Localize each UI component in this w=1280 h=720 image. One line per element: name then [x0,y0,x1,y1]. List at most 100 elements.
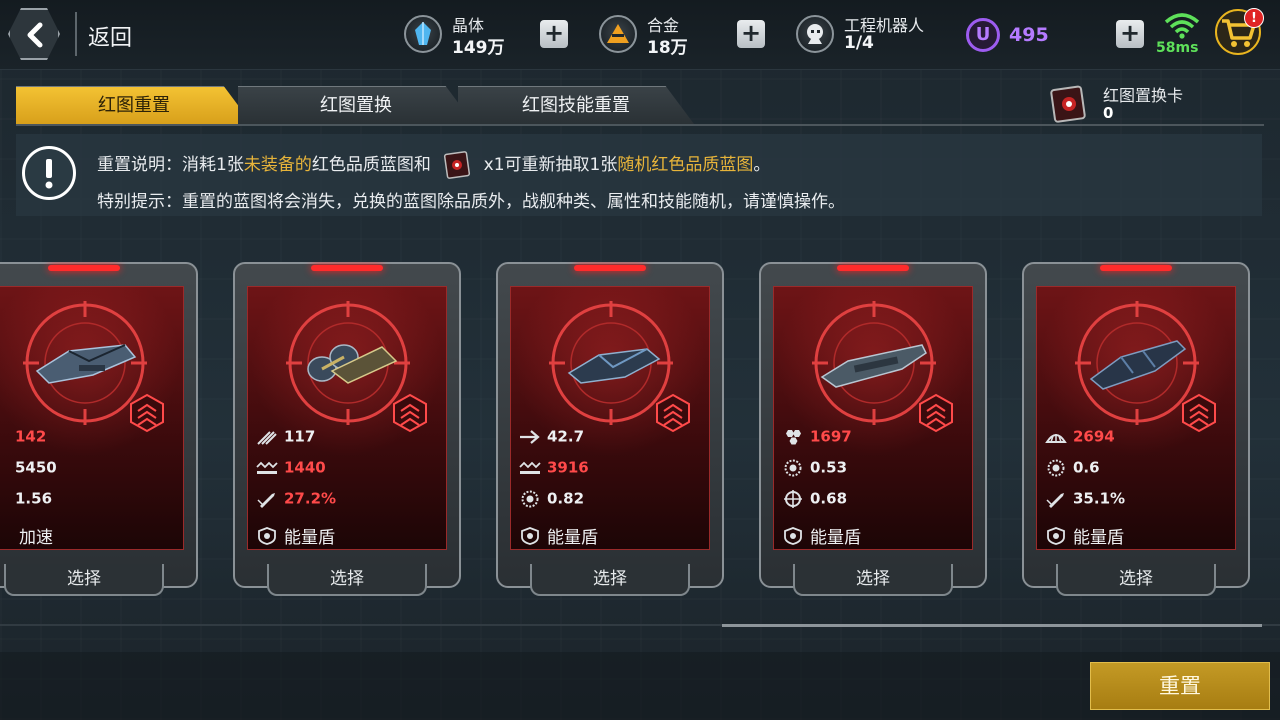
stat-value: 1.56 [15,489,53,508]
stat-row: 0.6 [1045,458,1100,480]
select-button[interactable]: 选择 [530,564,690,596]
armor-icon [1045,433,1067,443]
info-text: 。 [753,155,771,175]
back-button[interactable] [8,8,60,60]
stat-value: 117 [284,427,316,446]
select-button[interactable]: 选择 [4,564,164,596]
info-highlight: 随机红色品质蓝图 [617,155,754,175]
back-label[interactable]: 返回 [88,20,132,52]
card-inner: 42.7 3916 0.82 能量盾 [510,286,710,550]
bottom-strip [0,652,1280,720]
blueprint-card-list[interactable]: 142 5450 1.56 加速 选择 117 1440 27.2% 能量盾 选… [0,262,1280,602]
alloy-icon [599,15,637,53]
resource-robot: 工程机器人 1/4 [796,10,956,60]
gear-icon [521,490,539,507]
stat-value: 3916 [547,458,589,477]
rank-chevron-icon [1182,393,1216,433]
u-currency-icon: U [966,18,1000,52]
stat-row: 1440 [256,458,326,480]
tab-red-swap[interactable]: 红图置换 [238,86,474,124]
stat-value: 0.68 [810,489,848,508]
gear-icon [784,459,802,476]
select-button[interactable]: 选择 [267,564,427,596]
stat-row: 0.68 [782,489,847,511]
card-list-scrollbar-thumb[interactable] [722,624,1262,627]
stat-row: 2694 [1045,427,1115,449]
card-inner: 2694 0.6 35.1% 能量盾 [1036,286,1236,550]
add-crystal-button[interactable]: + [540,20,568,48]
crystal-icon [404,15,442,53]
blueprint-card[interactable]: 1697 0.53 0.68 能量盾 选择 [759,262,987,600]
rocket-icon [257,492,275,508]
arrow-icon [520,429,540,444]
stat-value: 1440 [284,458,326,477]
warship-icon [35,344,137,384]
blueprint-card[interactable]: 117 1440 27.2% 能量盾 选择 [233,262,461,600]
tab-red-skill-reset[interactable]: 红图技能重置 [458,86,694,124]
stat-value: 0.53 [810,458,848,477]
tab-red-reset[interactable]: 红图重置 [16,86,252,124]
warship-icon [820,344,927,388]
resource-crystal: 晶体 149万 [404,10,524,60]
info-highlight: 未装备的 [243,155,312,175]
warship-icon [307,344,398,384]
rank-chevron-icon [919,393,953,433]
resource-value: 18万 [647,38,688,58]
stat-value: 1697 [810,427,852,446]
stat-value: 0.6 [1073,458,1100,477]
card-top-indicator [311,265,383,271]
skill-name: 加速 [19,528,53,548]
stat-row: 3916 [519,458,589,480]
chevron-left-icon [27,22,43,48]
reset-button[interactable]: 重置 [1090,662,1270,710]
card-inner: 117 1440 27.2% 能量盾 [247,286,447,550]
shield-icon [521,526,539,545]
add-u-currency-button[interactable]: + [1116,20,1144,48]
resource-value: 1/4 [844,33,874,53]
card-top-indicator [574,265,646,271]
swap-card-label: 红图置换卡 [1103,86,1184,105]
card-inner: 1697 0.53 0.68 能量盾 [773,286,973,550]
card-top-indicator [48,265,120,271]
warship-icon [1089,340,1187,390]
rank-chevron-icon [656,393,690,433]
rocket-icon [1046,492,1064,508]
firepower-icon [256,461,278,474]
stat-value: 27.2% [284,489,337,508]
add-alloy-button[interactable]: + [737,20,765,48]
robot-icon [796,15,834,53]
stat-row: 42.7 [519,427,584,449]
info-line-1: 重置说明：消耗1张未装备的红色品质蓝图和 x1可重新抽取1张随机红色品质蓝图。 [97,150,770,179]
skill-row: 能量盾 [782,523,861,548]
blueprint-card[interactable]: 42.7 3916 0.82 能量盾 选择 [496,262,724,600]
stat-value: 42.7 [547,427,585,446]
skill-row: 能量盾 [519,523,598,548]
firepower-icon [519,461,541,474]
resource-alloy: 合金 18万 [599,10,719,60]
stat-row: 27.2% [256,489,336,511]
skill-row: 能量盾 [256,523,335,548]
info-line-2: 特别提示：重置的蓝图将会消失，兑换的蓝图除品质外，战舰种类、属性和技能随机，请谨… [97,192,845,212]
tab-divider [16,124,1264,126]
exclamation-icon [22,146,76,200]
crosshair-icon [784,489,802,508]
stat-value: 0.82 [547,489,585,508]
card-top-indicator [837,265,909,271]
stat-value: 2694 [1073,427,1115,446]
swap-card-icon [444,151,471,179]
ping-value: 58ms [1156,40,1199,56]
divider [75,12,77,56]
select-button[interactable]: 选择 [793,564,953,596]
stat-row: 35.1% [1045,489,1125,511]
swap-card-icon [1050,85,1086,123]
blueprint-card[interactable]: 142 5450 1.56 加速 选择 [0,262,198,600]
stat-row: 142 [15,427,46,449]
shield-icon [1047,526,1065,545]
blueprint-card[interactable]: 2694 0.6 35.1% 能量盾 选择 [1022,262,1250,600]
stat-row: 1697 [782,427,852,449]
swap-card-count: 0 [1103,104,1114,122]
stat-value: 35.1% [1073,489,1126,508]
select-button[interactable]: 选择 [1056,564,1216,596]
info-text: 重置说明：消耗1张 [97,155,244,175]
rank-chevron-icon [393,393,427,433]
